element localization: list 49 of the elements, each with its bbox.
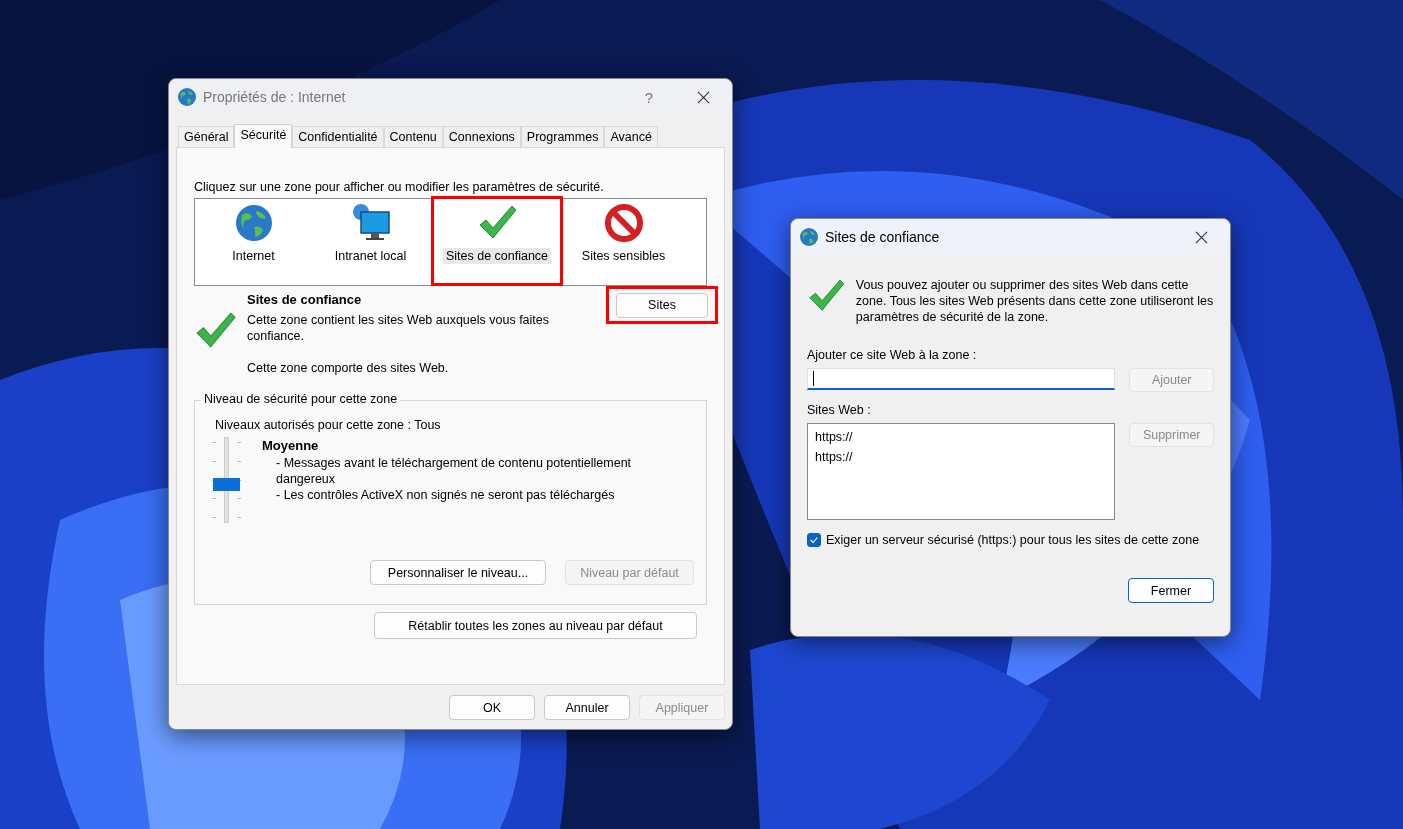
sites-button[interactable]: Sites [616,292,708,318]
zone-label: Sites sensibles [580,248,667,264]
checkmark-icon [809,535,819,545]
dialog-button[interactable]: Annuler [544,695,630,720]
customize-level-button[interactable]: Personnaliser le niveau... [370,560,546,585]
checkbox[interactable] [807,533,821,547]
level-name: Moyenne [262,437,320,455]
zone-title: Sites de confiance [247,292,363,308]
list-label: Sites Web : [807,402,872,418]
window-title: Propriétés de : Internet [203,89,347,105]
zone-item[interactable]: Internet [195,196,312,286]
globe-icon [799,227,819,247]
level-description: - Messages avant le téléchargement de contenu potentiellement dangereux [275,455,633,487]
zone-item[interactable]: Sites sensibles [565,196,682,286]
close-icon[interactable] [697,90,710,104]
instruction-text: Cliquez sur une zone pour afficher ou modifier les paramètres de sécurité. [194,180,605,194]
globe-icon [177,87,197,107]
tab[interactable]: Avancé [604,126,658,147]
zone-label: Intranet local [333,248,408,264]
tab[interactable]: Général [178,126,235,147]
zone-item[interactable]: Sites de confiance [431,196,563,286]
tab[interactable]: Programmes [520,126,605,147]
window-title: Sites de confiance [825,229,941,245]
allowed-levels-text: Niveaux autorisés pour cette zone : Tous [215,417,442,433]
zone-item[interactable]: Intranet local [312,196,429,286]
close-icon[interactable] [1195,230,1208,244]
website-item[interactable]: https:// [815,427,853,447]
zone-label: Sites de confiance [442,248,552,264]
dialog-description: Vous pouvez ajouter ou supprimer des sites Web dans cette zone. Tous les sites Web présents dans cette zone utiliseront les paramètres de sécurité de la zone. [855,277,1214,326]
close-button[interactable]: Fermer [1128,578,1214,603]
tab[interactable]: Sécurité [234,124,293,148]
level-description: - Les contrôles ActiveX non signés ne seront pas téléchargés [275,487,616,503]
tab[interactable]: Confidentialité [292,126,384,147]
website-item[interactable]: https:// [815,447,853,467]
website-input-field[interactable] [807,368,1116,390]
tab[interactable]: Contenu [383,126,443,147]
zone-note: Cette zone comporte des sites Web. [247,360,450,376]
zone-label: Internet [231,248,276,264]
reset-zones-button[interactable]: Rétablir toutes les zones au niveau par défaut [374,612,697,639]
dialog-button[interactable]: OK [449,695,535,720]
zone-description: Cette zone contient les sites Web auxquels vous faites confiance. [247,312,551,344]
globe-icon [233,203,274,243]
checkbox-label: Exiger un serveur sécurisé (https:) pour tous les sites de cette zone [826,533,1200,547]
forbidden-icon [603,203,644,243]
tab[interactable]: Connexions [442,126,521,147]
help-button[interactable]: ? [644,88,653,106]
monitor-icon [350,203,391,243]
group-legend: Niveau de sécurité pour cette zone [201,392,401,406]
field-label: Ajouter ce site Web à la zone : [807,347,978,363]
